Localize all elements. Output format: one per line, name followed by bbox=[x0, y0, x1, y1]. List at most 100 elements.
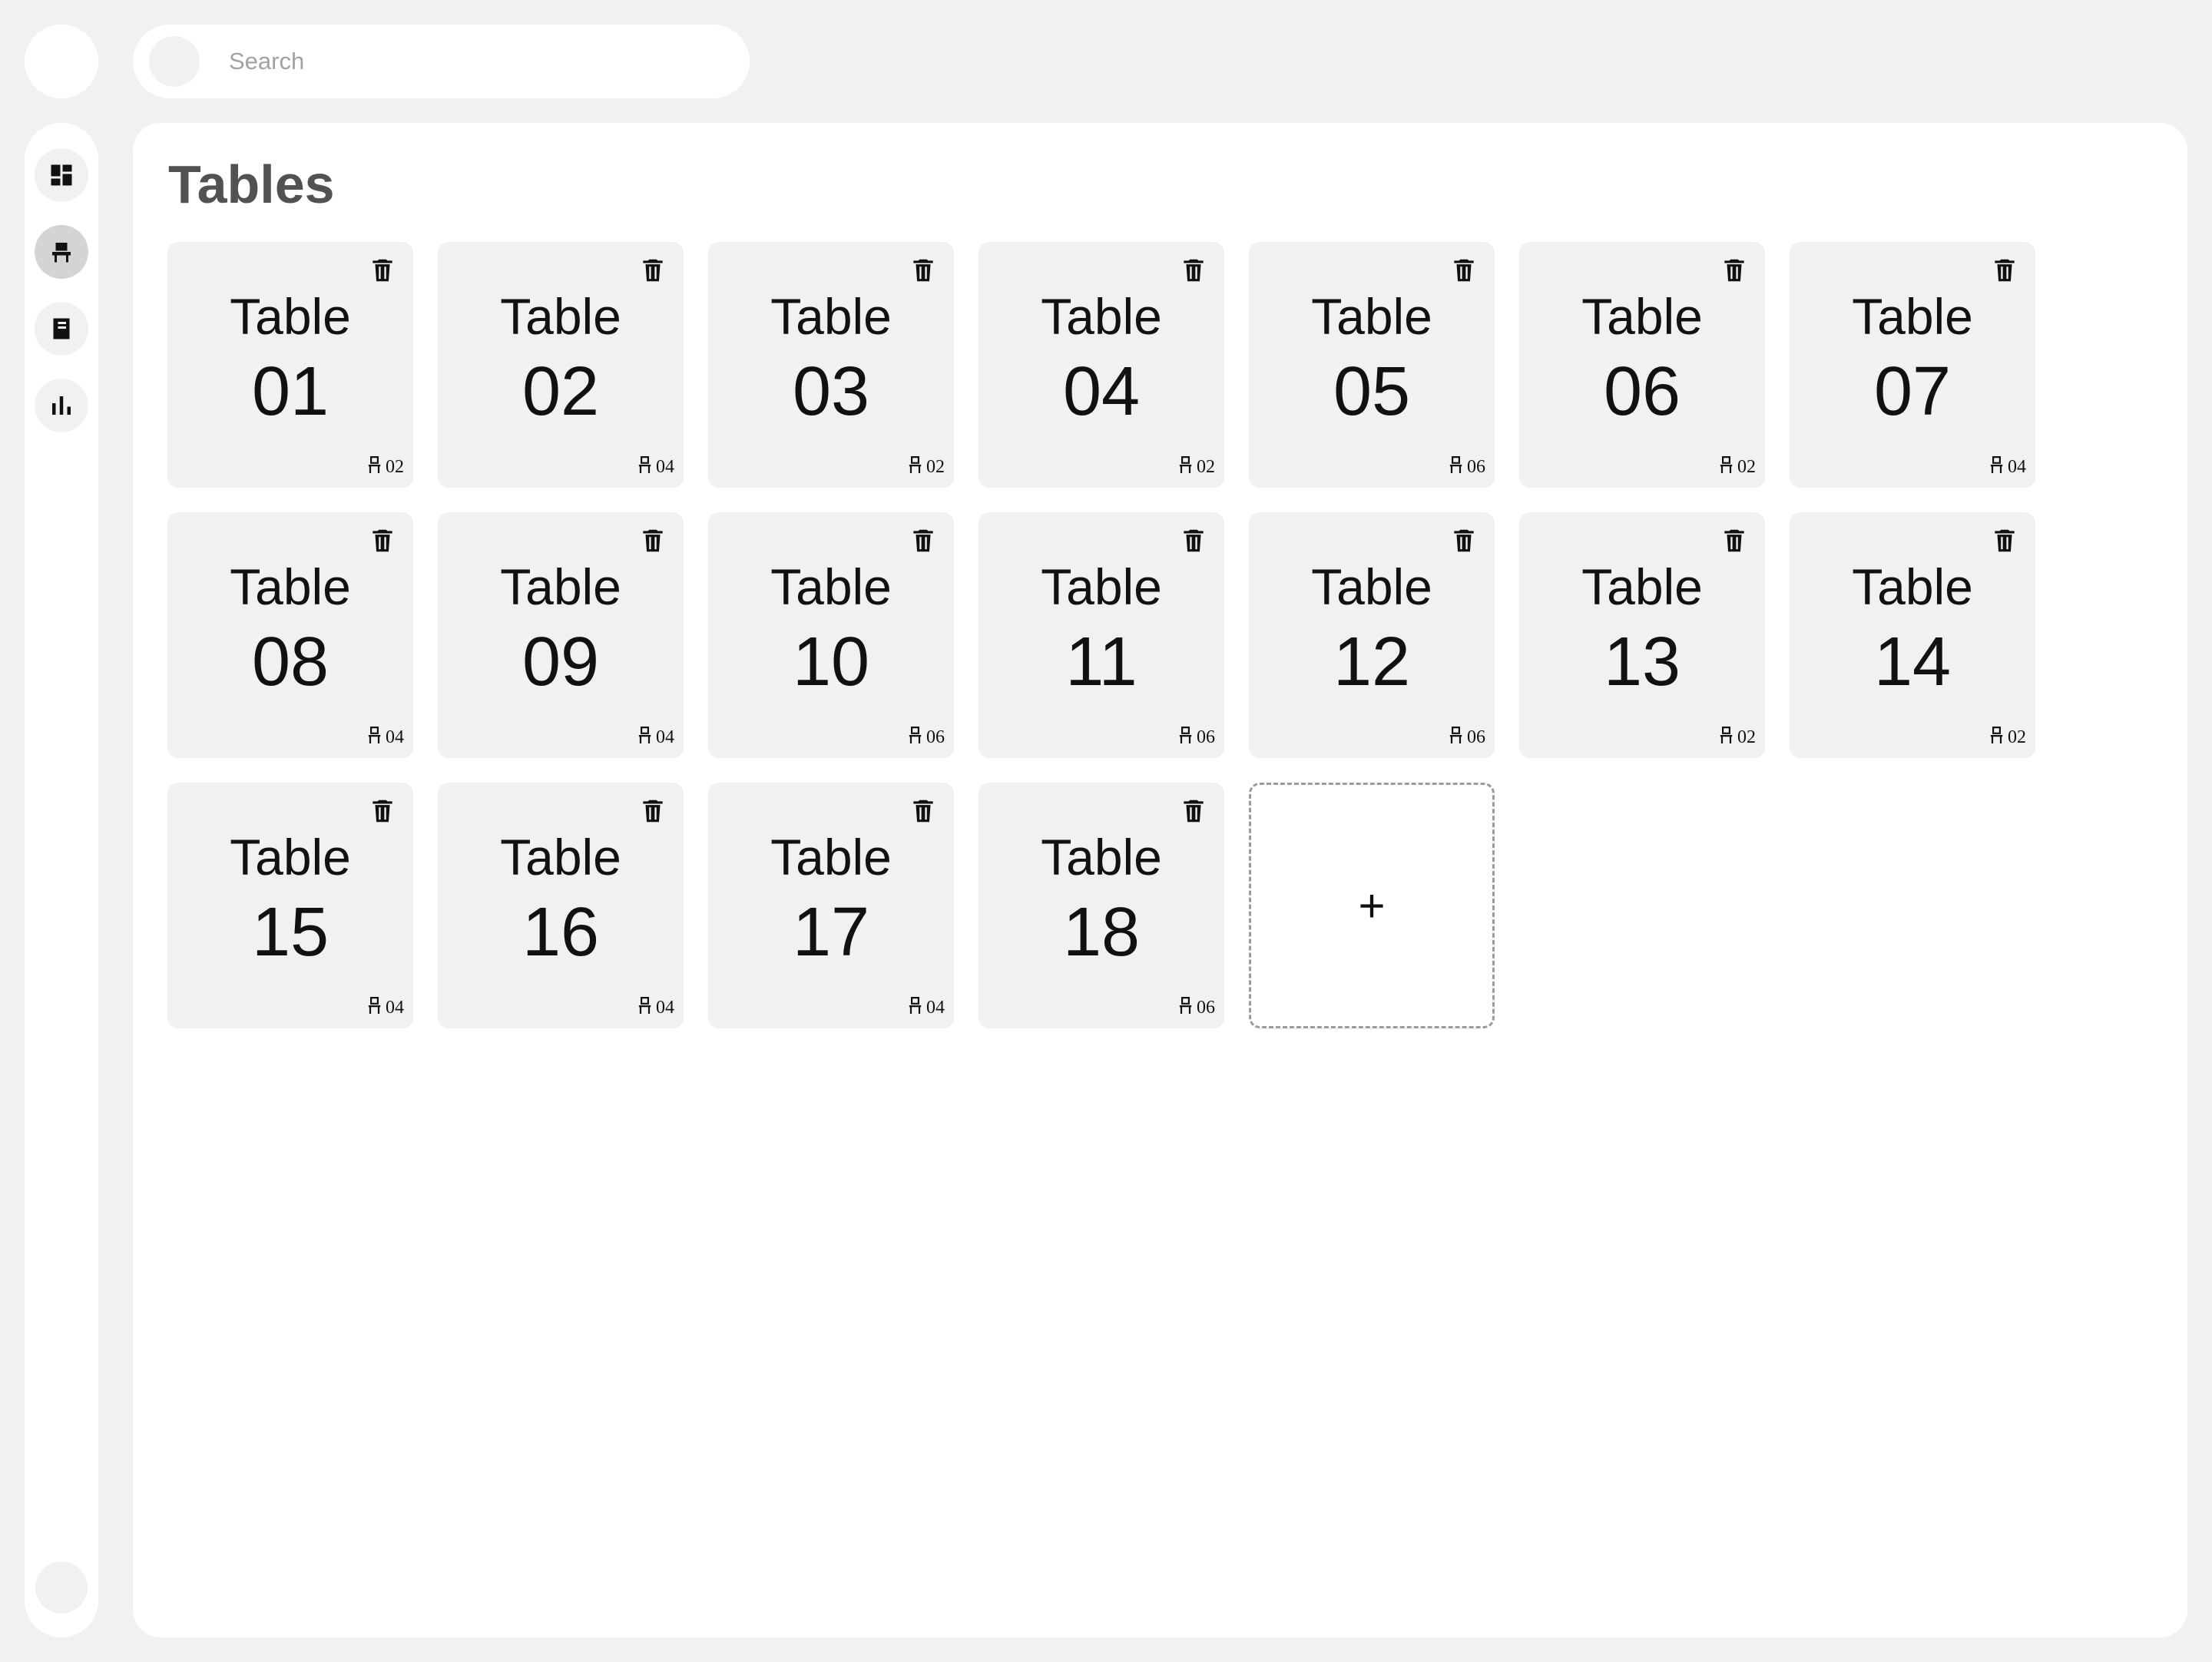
table-card[interactable]: Table 13 02 bbox=[1519, 512, 1765, 758]
table-label: Table bbox=[770, 829, 892, 886]
table-label: Table bbox=[770, 288, 892, 345]
table-card[interactable]: Table 05 06 bbox=[1249, 242, 1495, 488]
table-card[interactable]: Table 04 02 bbox=[979, 242, 1224, 488]
table-label: Table bbox=[500, 288, 621, 345]
table-card[interactable]: Table 09 04 bbox=[438, 512, 684, 758]
seat-count-value: 02 bbox=[2008, 727, 2026, 747]
trash-icon[interactable] bbox=[636, 524, 670, 558]
chair-icon bbox=[368, 455, 381, 478]
trash-icon[interactable] bbox=[366, 253, 399, 287]
table-card[interactable]: Table 12 06 bbox=[1249, 512, 1495, 758]
table-number: 13 bbox=[1603, 624, 1681, 700]
chair-icon bbox=[368, 996, 381, 1019]
book-icon bbox=[53, 318, 70, 339]
seat-count: 06 bbox=[1449, 455, 1485, 478]
sidebar-item-menu[interactable] bbox=[35, 302, 88, 356]
table-card[interactable]: Table 06 02 bbox=[1519, 242, 1765, 488]
table-label: Table bbox=[1311, 288, 1432, 345]
seat-count-value: 02 bbox=[386, 456, 404, 477]
seat-count-value: 04 bbox=[386, 727, 404, 747]
seat-count: 04 bbox=[368, 726, 404, 749]
seat-count: 06 bbox=[909, 726, 945, 749]
table-label: Table bbox=[1581, 288, 1703, 345]
table-number: 17 bbox=[792, 894, 870, 971]
seat-count: 06 bbox=[1179, 996, 1215, 1019]
seat-count-value: 06 bbox=[1197, 997, 1215, 1018]
user-avatar[interactable] bbox=[35, 1561, 88, 1614]
table-number: 11 bbox=[1065, 624, 1137, 700]
chair-icon bbox=[1449, 455, 1462, 478]
chair-icon bbox=[1179, 726, 1192, 749]
table-card[interactable]: Table 07 04 bbox=[1790, 242, 2035, 488]
search-icon[interactable] bbox=[149, 36, 200, 87]
table-card[interactable]: Table 11 06 bbox=[979, 512, 1224, 758]
seat-count: 02 bbox=[909, 455, 945, 478]
table-label: Table bbox=[230, 829, 351, 886]
sidebar bbox=[25, 123, 98, 1637]
trash-icon[interactable] bbox=[636, 253, 670, 287]
chair-icon bbox=[638, 726, 651, 749]
seat-count-value: 04 bbox=[386, 997, 404, 1018]
table-number: 12 bbox=[1333, 624, 1411, 700]
table-label: Table bbox=[1581, 558, 1703, 615]
table-card[interactable]: Table 03 02 bbox=[708, 242, 954, 488]
table-number: 18 bbox=[1062, 894, 1141, 971]
trash-icon[interactable] bbox=[1177, 524, 1210, 558]
seat-count-value: 06 bbox=[1467, 727, 1485, 747]
chair-icon bbox=[638, 455, 651, 478]
seat-count-value: 04 bbox=[2008, 456, 2026, 477]
chair-icon bbox=[1449, 726, 1462, 749]
chair-icon bbox=[1179, 996, 1192, 1019]
bar-chart-icon bbox=[52, 396, 71, 415]
table-card[interactable]: Table 14 02 bbox=[1790, 512, 2035, 758]
table-label: Table bbox=[500, 558, 621, 615]
page-title: Tables bbox=[168, 154, 335, 214]
table-card[interactable]: Table 17 04 bbox=[708, 783, 954, 1028]
trash-icon[interactable] bbox=[1177, 253, 1210, 287]
app-logo[interactable] bbox=[25, 25, 98, 98]
trash-icon[interactable] bbox=[1447, 253, 1481, 287]
table-card[interactable]: Table 15 04 bbox=[167, 783, 413, 1028]
seat-count-value: 04 bbox=[656, 997, 674, 1018]
table-card[interactable]: Table 02 04 bbox=[438, 242, 684, 488]
search-bar bbox=[133, 25, 750, 98]
trash-icon[interactable] bbox=[906, 794, 940, 828]
sidebar-item-tables[interactable] bbox=[35, 225, 88, 279]
table-card[interactable]: Table 18 06 bbox=[979, 783, 1224, 1028]
add-table-button[interactable]: + bbox=[1249, 783, 1495, 1028]
trash-icon[interactable] bbox=[636, 794, 670, 828]
seat-count: 04 bbox=[1990, 455, 2026, 478]
trash-icon[interactable] bbox=[1447, 524, 1481, 558]
seat-count-value: 06 bbox=[1467, 456, 1485, 477]
seat-count-value: 04 bbox=[656, 456, 674, 477]
table-number: 16 bbox=[522, 894, 600, 971]
trash-icon[interactable] bbox=[906, 524, 940, 558]
trash-icon[interactable] bbox=[1177, 794, 1210, 828]
seat-count: 02 bbox=[1720, 726, 1756, 749]
table-number: 01 bbox=[251, 353, 329, 430]
trash-icon[interactable] bbox=[1717, 253, 1751, 287]
dashboard-icon bbox=[51, 164, 72, 186]
search-input[interactable] bbox=[229, 38, 720, 84]
main-content: Tables Table 01 02 Table 02 04 Table 03 02 Table 0… bbox=[133, 123, 2187, 1637]
table-number: 03 bbox=[792, 353, 870, 430]
table-card[interactable]: Table 08 04 bbox=[167, 512, 413, 758]
trash-icon[interactable] bbox=[366, 524, 399, 558]
chair-icon bbox=[909, 996, 922, 1019]
sidebar-item-reports[interactable] bbox=[35, 379, 88, 432]
table-label: Table bbox=[1041, 288, 1162, 345]
table-label: Table bbox=[770, 558, 892, 615]
sidebar-item-dashboard[interactable] bbox=[35, 148, 88, 202]
trash-icon[interactable] bbox=[1988, 253, 2022, 287]
seat-count-value: 02 bbox=[926, 456, 945, 477]
trash-icon[interactable] bbox=[1988, 524, 2022, 558]
trash-icon[interactable] bbox=[1717, 524, 1751, 558]
trash-icon[interactable] bbox=[366, 794, 399, 828]
chair-icon bbox=[52, 243, 71, 263]
table-number: 08 bbox=[251, 624, 329, 700]
table-card[interactable]: Table 10 06 bbox=[708, 512, 954, 758]
table-card[interactable]: Table 16 04 bbox=[438, 783, 684, 1028]
table-label: Table bbox=[230, 558, 351, 615]
table-card[interactable]: Table 01 02 bbox=[167, 242, 413, 488]
trash-icon[interactable] bbox=[906, 253, 940, 287]
